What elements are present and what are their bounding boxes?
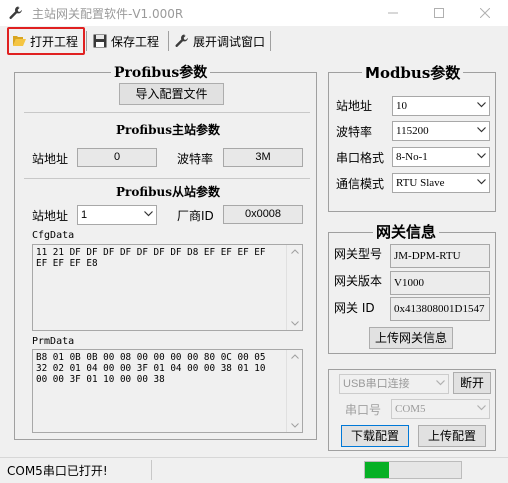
serial-format-value: 8-No-1 xyxy=(396,151,428,163)
modbus-baud-label: 波特率 xyxy=(336,125,373,139)
maximize-button[interactable] xyxy=(416,0,462,26)
modbus-station-value: 10 xyxy=(396,100,407,112)
modbus-baud-value: 115200 xyxy=(396,125,429,137)
save-project-label: 保存工程 xyxy=(111,34,160,49)
modbus-baud-select[interactable]: 115200 xyxy=(392,121,490,141)
chevron-down-icon xyxy=(477,102,486,108)
profibus-legend: Profibus参数 xyxy=(111,62,211,82)
toolbar-separator xyxy=(86,31,87,51)
comm-mode-value: RTU Slave xyxy=(396,177,445,189)
chevron-down-icon xyxy=(477,405,486,411)
scroll-up-icon xyxy=(291,354,299,359)
connection-type-select[interactable]: USB串口连接 xyxy=(339,374,449,394)
scroll-up-icon xyxy=(291,249,299,254)
divider xyxy=(24,112,310,113)
modbus-legend-rest: odbus参数 xyxy=(379,64,461,82)
gateway-version-field: V1000 xyxy=(390,271,490,295)
slave-station-addr-label: 站地址 xyxy=(32,209,69,223)
window-title: 主站网关配置软件-V1.000R xyxy=(32,7,184,21)
expand-debug-label: 展开调试窗口 xyxy=(193,34,266,49)
scroll-down-icon xyxy=(291,423,299,428)
toolbar-separator xyxy=(270,31,271,51)
progress-fill xyxy=(365,462,389,478)
slave-section-title: Profibus从站参数 xyxy=(116,185,220,199)
app-window: 主站网关配置软件-V1.000R 打开工程 保存工程 展开调试窗口 Profib… xyxy=(0,0,508,483)
chevron-down-icon xyxy=(477,153,486,159)
gateway-id-label: 网关 ID xyxy=(334,301,375,315)
cfgdata-scrollbar[interactable] xyxy=(286,245,302,330)
cfgdata-label: CfgData xyxy=(32,230,75,241)
serial-format-select[interactable]: 8-No-1 xyxy=(392,147,490,167)
port-value: COM5 xyxy=(395,403,426,415)
modbus-station-label: 站地址 xyxy=(336,99,373,113)
scroll-down-icon xyxy=(291,321,299,326)
cfgdata-textarea[interactable]: 11 21 DF DF DF DF DF DF DF D8 EF EF EF E… xyxy=(32,244,303,331)
status-message: COM5串口已打开! xyxy=(7,464,108,478)
upload-gateway-info-button[interactable]: 上传网关信息 xyxy=(369,327,453,349)
expand-debug-button[interactable]: 展开调试窗口 xyxy=(174,29,265,53)
title-bar: 主站网关配置软件-V1.000R xyxy=(0,0,508,26)
app-wrench-icon xyxy=(8,5,24,21)
prmdata-label: PrmData xyxy=(32,336,75,347)
comm-mode-label: 通信模式 xyxy=(336,177,385,191)
open-project-button[interactable]: 打开工程 xyxy=(11,29,78,53)
slave-station-addr-select[interactable]: 1 xyxy=(77,205,157,225)
connection-type-value: USB串口连接 xyxy=(343,378,410,390)
open-project-label: 打开工程 xyxy=(30,34,79,49)
port-select[interactable]: COM5 xyxy=(391,399,490,419)
chevron-down-icon xyxy=(477,179,486,185)
status-separator xyxy=(151,460,152,480)
wrench-icon xyxy=(175,34,188,47)
master-section-title: Profibus主站参数 xyxy=(116,123,220,137)
folder-open-icon xyxy=(13,36,26,46)
toolbar-separator xyxy=(168,31,169,51)
gateway-info-legend: 网关信息 xyxy=(373,221,440,242)
gateway-model-field: JM-DPM-RTU xyxy=(390,244,490,268)
chevron-down-icon xyxy=(477,127,486,133)
vendor-id-label: 厂商ID xyxy=(177,209,214,223)
comm-mode-select[interactable]: RTU Slave xyxy=(392,173,490,193)
chevron-down-icon xyxy=(436,380,445,386)
master-station-addr-field: 0 xyxy=(77,148,157,167)
progress-bar xyxy=(364,461,462,479)
prmdata-textarea[interactable]: B8 01 0B 0B 00 08 00 00 00 00 80 0C 00 0… xyxy=(32,349,303,433)
gateway-version-label: 网关版本 xyxy=(334,274,383,288)
chevron-down-icon xyxy=(144,211,153,217)
modbus-station-select[interactable]: 10 xyxy=(392,96,490,116)
floppy-disk-icon xyxy=(93,34,107,48)
prmdata-scrollbar[interactable] xyxy=(286,350,302,432)
vendor-id-field: 0x0008 xyxy=(223,205,303,224)
disconnect-button[interactable]: 断开 xyxy=(453,372,491,394)
master-station-addr-label: 站地址 xyxy=(32,152,69,166)
close-button[interactable] xyxy=(462,0,508,26)
port-label: 串口号 xyxy=(345,403,382,417)
gateway-model-label: 网关型号 xyxy=(334,247,383,261)
master-baud-field: 3M xyxy=(223,148,303,167)
master-baud-label: 波特率 xyxy=(177,152,214,166)
gateway-id-field: 0x413808001D1547 xyxy=(390,297,490,321)
upload-config-button[interactable]: 上传配置 xyxy=(418,425,486,447)
slave-station-addr-value: 1 xyxy=(81,209,88,221)
import-config-button[interactable]: 导入配置文件 xyxy=(119,83,224,105)
minimize-button[interactable] xyxy=(370,0,416,26)
modbus-legend: Modbus参数 xyxy=(362,62,464,83)
serial-format-label: 串口格式 xyxy=(336,151,385,165)
download-config-button[interactable]: 下载配置 xyxy=(341,425,409,447)
save-project-button[interactable]: 保存工程 xyxy=(92,29,159,53)
modbus-legend-initial: M xyxy=(365,64,380,82)
divider xyxy=(24,178,310,179)
